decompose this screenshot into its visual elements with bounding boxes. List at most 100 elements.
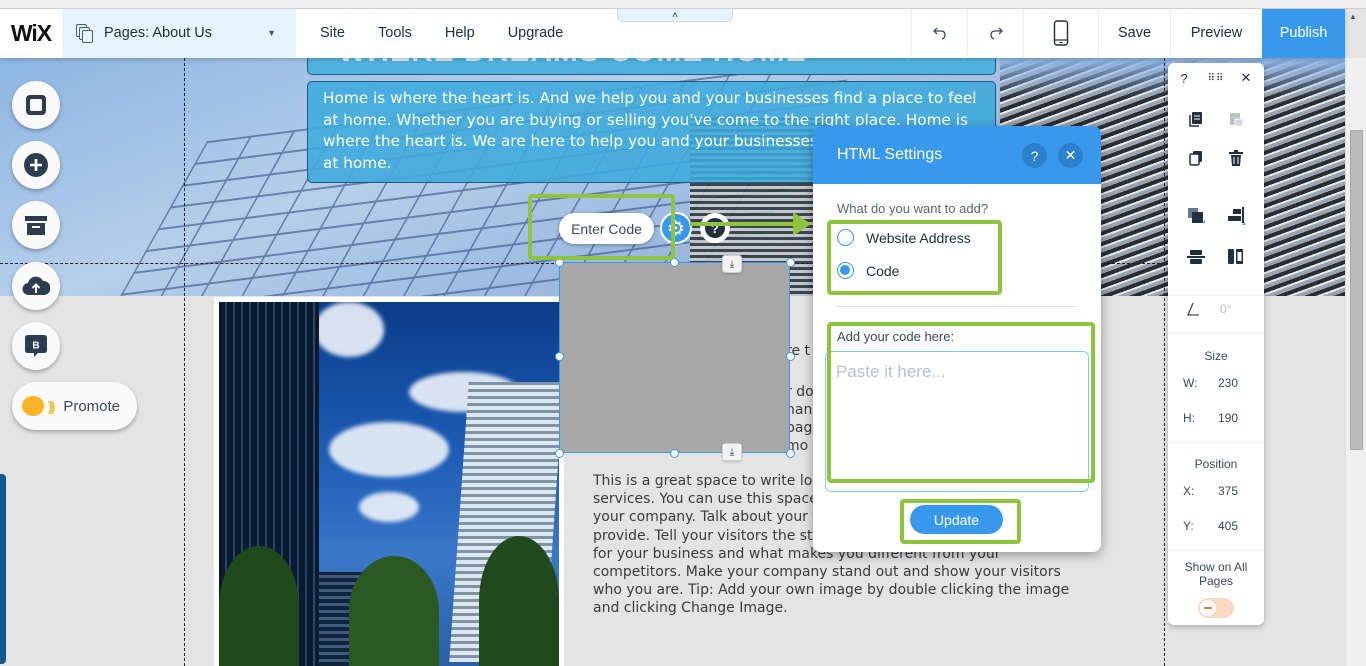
position-label: Position (1194, 457, 1238, 471)
rotate-angle-icon (1187, 302, 1199, 316)
undo-button[interactable] (911, 8, 967, 58)
app-market-button[interactable] (12, 201, 60, 249)
stretch-down-button[interactable]: ⤓ (722, 255, 742, 273)
menu-help[interactable]: Help (445, 25, 475, 41)
background-square-icon (26, 95, 46, 115)
menu-site[interactable]: Site (320, 25, 345, 41)
arrange-button[interactable] (1185, 205, 1207, 227)
update-button[interactable]: Update (910, 505, 1003, 534)
arrange-layers-icon (1188, 208, 1205, 223)
height-key: H: (1183, 411, 1195, 425)
undo-icon (932, 27, 946, 40)
dialog-title: HTML Settings (837, 146, 943, 163)
close-icon: ✕ (1064, 147, 1077, 163)
radio-label: Code (866, 262, 900, 279)
question-icon: ? (1030, 147, 1039, 164)
chevron-up-icon: ˄ (672, 9, 678, 21)
mobile-icon (1053, 20, 1069, 46)
blog-bubble-icon: B (25, 335, 47, 357)
x-value[interactable]: 375 (1218, 484, 1238, 498)
code-input[interactable] (825, 351, 1089, 492)
toolbar-help-button[interactable]: ? (1173, 67, 1195, 89)
sound-waves-icon: )) (48, 398, 55, 414)
resize-handle-tr[interactable] (786, 258, 795, 267)
duplicate-button[interactable] (1185, 147, 1207, 169)
resize-handle-t[interactable] (670, 258, 679, 267)
stretch-down-button[interactable]: ⤓ (722, 443, 742, 461)
question-icon: ? (705, 218, 725, 238)
publish-button[interactable]: Publish (1262, 8, 1345, 58)
rotation-value[interactable]: 0° (1220, 302, 1250, 316)
match-size-button[interactable] (1225, 246, 1247, 268)
dialog-help-button[interactable]: ? (1022, 143, 1047, 168)
delete-button[interactable] (1225, 147, 1247, 169)
resize-handle-tl[interactable] (555, 258, 564, 267)
y-value[interactable]: 405 (1218, 519, 1238, 533)
vertical-scrollbar[interactable] (1345, 58, 1366, 666)
pages-dropdown[interactable]: Pages: About Us ▼ (62, 8, 296, 58)
resize-handle-b[interactable] (670, 449, 679, 458)
distribute-icon (1187, 250, 1205, 264)
grid-guide-right (1164, 58, 1165, 666)
mobile-view-button[interactable] (1023, 8, 1098, 58)
pages-dropdown-label: Pages: About Us (104, 25, 213, 41)
distribute-button[interactable] (1185, 246, 1207, 268)
resize-handle-r[interactable] (786, 352, 795, 361)
scrollbar-thumb[interactable] (1350, 130, 1363, 450)
add-button[interactable] (12, 141, 60, 189)
y-key: Y: (1183, 519, 1194, 533)
radio-label: Website Address (866, 229, 971, 246)
copy-button[interactable] (1185, 108, 1207, 130)
divider (837, 306, 1077, 307)
chevron-down-icon: ▼ (267, 28, 276, 38)
download-arrow-icon: ⤓ (729, 258, 735, 270)
browser-chrome-strip (0, 0, 1366, 9)
promote-button[interactable]: )) Promote (12, 382, 137, 430)
dialog-header: HTML Settings ? ✕ (813, 126, 1101, 184)
promote-label: Promote (63, 397, 121, 415)
upload-button[interactable] (12, 262, 60, 310)
city-buildings-image[interactable] (219, 302, 559, 666)
radio-code[interactable]: Code (837, 262, 899, 279)
align-right-icon (1228, 207, 1245, 225)
html-embed-component[interactable] (559, 262, 790, 453)
radio-circle-selected (837, 262, 854, 279)
blog-button[interactable]: B (12, 322, 60, 370)
height-value[interactable]: 190 (1218, 411, 1238, 425)
component-help-button[interactable]: ? (700, 213, 730, 243)
scroll-up-arrow[interactable]: ▲ (1349, 12, 1357, 21)
cloud-upload-icon (22, 276, 50, 296)
toolbar-drag-handle[interactable]: ⠿⠿ (1205, 67, 1227, 89)
enter-code-button[interactable]: Enter Code (559, 213, 654, 244)
text-fragment: r do (786, 384, 814, 400)
settings-button[interactable]: ⚙ (660, 212, 692, 244)
show-on-all-pages-toggle[interactable] (1198, 598, 1234, 618)
dialog-close-button[interactable]: ✕ (1058, 143, 1083, 168)
radio-website-address[interactable]: Website Address (837, 229, 971, 246)
side-drawer-tab[interactable] (0, 474, 6, 664)
collapse-topbar-button[interactable]: ˄ (617, 9, 733, 22)
paste-icon (1230, 113, 1244, 127)
main-menu: Site Tools Help Upgrade (296, 8, 596, 58)
save-button[interactable]: Save (1098, 8, 1170, 58)
resize-handle-l[interactable] (555, 352, 564, 361)
background-button[interactable] (12, 81, 60, 129)
rotate-button[interactable] (1182, 298, 1204, 320)
width-value[interactable]: 230 (1218, 376, 1238, 390)
menu-upgrade[interactable]: Upgrade (508, 25, 564, 41)
preview-button[interactable]: Preview (1170, 8, 1262, 58)
radio-circle (837, 229, 854, 246)
blog-letter: B (32, 341, 39, 352)
code-field-label: Add your code here: (837, 329, 955, 344)
paste-button[interactable] (1225, 108, 1247, 130)
toolbar-close-button[interactable]: ✕ (1235, 67, 1257, 89)
redo-button[interactable] (967, 8, 1023, 58)
menu-tools[interactable]: Tools (378, 25, 412, 41)
align-button[interactable] (1225, 205, 1247, 227)
resize-handle-bl[interactable] (555, 449, 564, 458)
question-icon: ? (1180, 70, 1188, 86)
copy-icon (1189, 112, 1202, 127)
store-icon (25, 216, 47, 235)
annotation-arrow (690, 222, 795, 226)
resize-handle-br[interactable] (786, 449, 795, 458)
